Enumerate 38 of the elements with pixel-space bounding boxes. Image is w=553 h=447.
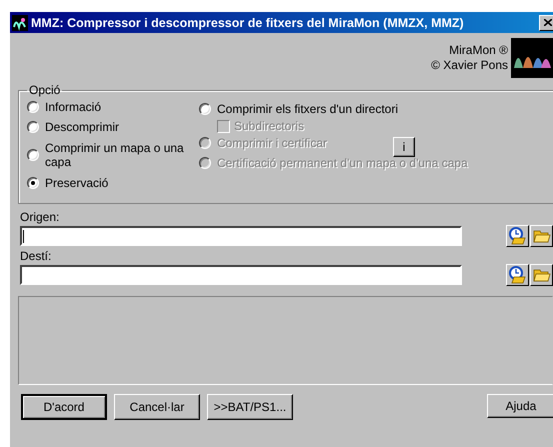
group-label: Opció	[28, 83, 62, 97]
app-icon	[12, 14, 28, 30]
credit-text: MiraMon ®	[449, 43, 508, 58]
input-field[interactable]	[20, 265, 462, 285]
dialog-button[interactable]: D'acord	[21, 394, 107, 420]
dialog-button[interactable]: >>BAT/PS1...	[207, 394, 293, 420]
option-label: Informació	[45, 100, 102, 114]
clock-folder-icon	[508, 266, 526, 284]
radio-button[interactable]	[199, 103, 211, 115]
option-label: Comprimir els fitxers d'un directori	[217, 102, 398, 116]
radio-button[interactable]	[27, 177, 39, 189]
credit-text: © Xavier Pons	[431, 58, 508, 73]
browse-folder-button[interactable]	[530, 225, 553, 247]
close-button[interactable]	[539, 14, 553, 30]
radio-button[interactable]	[27, 121, 39, 133]
radio-button[interactable]	[27, 149, 39, 161]
recent-file-button[interactable]	[506, 225, 529, 247]
option-label: Comprimir i certificar	[217, 136, 328, 150]
input-field[interactable]	[20, 226, 462, 246]
field-label: Origen:	[20, 210, 60, 225]
help-button[interactable]: Ajuda	[487, 394, 553, 418]
radio-button[interactable]	[27, 101, 39, 113]
logo-icon	[511, 38, 553, 78]
folder-icon	[532, 268, 550, 282]
option-label: Descomprimir	[45, 120, 120, 134]
option-label: Comprimir un mapa o una capa	[45, 141, 185, 169]
clock-folder-icon	[508, 227, 526, 245]
dialog-button[interactable]: Cancel·lar	[114, 394, 200, 420]
option-label: Preservació	[45, 176, 108, 190]
option-label: Subdirectoris	[234, 119, 304, 133]
field-label: Destí:	[20, 249, 52, 264]
recent-file-button[interactable]	[506, 264, 529, 286]
folder-icon	[532, 229, 550, 243]
close-icon	[544, 19, 552, 26]
info-button[interactable]: i	[393, 137, 415, 157]
window-title: MMZ: Compressor i descompressor de fitxers del MiraMon (MMZX, MMZ)	[31, 16, 465, 30]
browse-folder-button[interactable]	[530, 264, 553, 286]
option-label: Certificació permanent d'un mapa o d'una capa	[217, 156, 468, 170]
